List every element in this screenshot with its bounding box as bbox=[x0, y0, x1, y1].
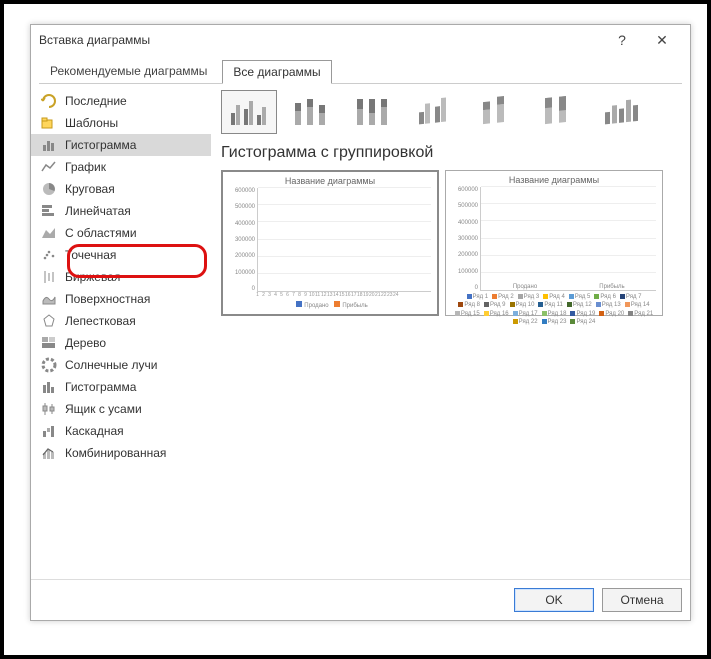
sidebar-item-line[interactable]: График bbox=[31, 156, 211, 178]
sidebar-item-label: Поверхностная bbox=[65, 292, 150, 306]
sidebar-item-radar[interactable]: Лепестковая bbox=[31, 310, 211, 332]
radar-chart-icon bbox=[41, 313, 57, 329]
sidebar-item-area[interactable]: С областями bbox=[31, 222, 211, 244]
subtype-3d-clustered-column[interactable] bbox=[407, 90, 463, 134]
sidebar-item-surface[interactable]: Поверхностная bbox=[31, 288, 211, 310]
combo-chart-icon bbox=[41, 445, 57, 461]
titlebar: Вставка диаграммы ? ✕ bbox=[31, 25, 690, 55]
pie-chart-icon bbox=[41, 181, 57, 197]
tab-all[interactable]: Все диаграммы bbox=[222, 60, 331, 84]
area-chart-icon bbox=[41, 225, 57, 241]
y-axis: 6000005000004000003000002000001000000 bbox=[452, 187, 480, 291]
cancel-button[interactable]: Отмена bbox=[602, 588, 682, 612]
ok-button[interactable]: OK bbox=[514, 588, 594, 612]
subtype-stacked-column[interactable] bbox=[283, 90, 339, 134]
tab-bar: Рекомендуемые диаграммы Все диаграммы bbox=[31, 55, 690, 83]
chart-preview-1[interactable]: Название диаграммы 600000500000400000300… bbox=[221, 170, 439, 316]
sunburst-icon bbox=[41, 357, 57, 373]
sidebar-item-label: Точечная bbox=[65, 248, 116, 262]
sidebar-item-label: График bbox=[65, 160, 106, 174]
sidebar-item-recent[interactable]: Последние bbox=[31, 90, 211, 112]
sidebar-item-label: Каскадная bbox=[65, 424, 124, 438]
dialog-footer: OK Отмена bbox=[31, 579, 690, 620]
close-button[interactable]: ✕ bbox=[642, 32, 682, 49]
waterfall-icon bbox=[41, 423, 57, 439]
recent-icon bbox=[41, 93, 57, 109]
sidebar-item-label: Последние bbox=[65, 94, 127, 108]
sidebar-item-label: Гистограмма bbox=[65, 380, 136, 394]
treemap-icon bbox=[41, 335, 57, 351]
chart-previews: Название диаграммы 600000500000400000300… bbox=[221, 170, 680, 316]
y-axis: 6000005000004000003000002000001000000 bbox=[229, 188, 257, 292]
sidebar-item-bar[interactable]: Линейчатая bbox=[31, 200, 211, 222]
sidebar-item-label: Дерево bbox=[65, 336, 106, 350]
chart-subtype-bar bbox=[221, 90, 680, 134]
preview-title: Название диаграммы bbox=[229, 176, 431, 186]
subtype-3d-column[interactable] bbox=[593, 90, 649, 134]
sidebar-item-histogram[interactable]: Гистограмма bbox=[31, 376, 211, 398]
dialog-title: Вставка диаграммы bbox=[39, 33, 602, 47]
insert-chart-dialog: Вставка диаграммы ? ✕ Рекомендуемые диаг… bbox=[30, 24, 691, 621]
sidebar-item-stock[interactable]: Биржевая bbox=[31, 266, 211, 288]
subtype-3d-stacked-column[interactable] bbox=[469, 90, 525, 134]
tab-recommended[interactable]: Рекомендуемые диаграммы bbox=[39, 59, 218, 83]
sidebar-item-templates[interactable]: Шаблоны bbox=[31, 112, 211, 134]
sidebar-item-pie[interactable]: Круговая bbox=[31, 178, 211, 200]
surface-chart-icon bbox=[41, 291, 57, 307]
box-whisker-icon bbox=[41, 401, 57, 417]
chart-category-sidebar: Последние Шаблоны Гистограмма График Кру… bbox=[31, 84, 211, 579]
sidebar-item-label: Лепестковая bbox=[65, 314, 136, 328]
sidebar-item-label: Солнечные лучи bbox=[65, 358, 157, 372]
sidebar-item-label: Биржевая bbox=[65, 270, 120, 284]
bar-chart-icon bbox=[41, 203, 57, 219]
sidebar-item-label: Шаблоны bbox=[65, 116, 118, 130]
sidebar-item-waterfall[interactable]: Каскадная bbox=[31, 420, 211, 442]
sidebar-item-label: С областями bbox=[65, 226, 137, 240]
stock-chart-icon bbox=[41, 269, 57, 285]
scatter-chart-icon bbox=[41, 247, 57, 263]
chart-legend: Продано Прибыль bbox=[229, 301, 431, 309]
line-chart-icon bbox=[41, 159, 57, 175]
plot-area: ПроданоПрибыль bbox=[480, 187, 656, 291]
sidebar-item-label: Гистограмма bbox=[65, 138, 136, 152]
chart-legend: Ряд 1Ряд 2Ряд 3Ряд 4Ряд 5Ряд 6Ряд 7Ряд 8… bbox=[452, 293, 656, 327]
subtype-title: Гистограмма с группировкой bbox=[221, 144, 680, 162]
sidebar-item-column[interactable]: Гистограмма bbox=[31, 134, 211, 156]
subtype-clustered-column[interactable] bbox=[221, 90, 277, 134]
sidebar-item-sunburst[interactable]: Солнечные лучи bbox=[31, 354, 211, 376]
column-chart-icon bbox=[41, 137, 57, 153]
x-axis: 123456789101112131415161718192021222324 bbox=[229, 292, 431, 298]
sidebar-item-label: Ящик с усами bbox=[65, 402, 142, 416]
subtype-100-stacked-column[interactable] bbox=[345, 90, 401, 134]
sidebar-item-label: Круговая bbox=[65, 182, 115, 196]
sidebar-item-boxwhisker[interactable]: Ящик с усами bbox=[31, 398, 211, 420]
sidebar-item-scatter[interactable]: Точечная bbox=[31, 244, 211, 266]
histogram-icon bbox=[41, 379, 57, 395]
sidebar-item-treemap[interactable]: Дерево bbox=[31, 332, 211, 354]
templates-icon bbox=[41, 115, 57, 131]
sidebar-item-label: Линейчатая bbox=[65, 204, 131, 218]
help-button[interactable]: ? bbox=[602, 32, 642, 48]
sidebar-item-label: Комбинированная bbox=[65, 446, 166, 460]
sidebar-item-combo[interactable]: Комбинированная bbox=[31, 442, 211, 464]
subtype-3d-100-stacked-column[interactable] bbox=[531, 90, 587, 134]
chart-preview-2[interactable]: Название диаграммы 600000500000400000300… bbox=[445, 170, 663, 316]
main-panel: Гистограмма с группировкой Название диаг… bbox=[211, 84, 690, 579]
preview-title: Название диаграммы bbox=[452, 175, 656, 185]
plot-area bbox=[257, 188, 431, 292]
